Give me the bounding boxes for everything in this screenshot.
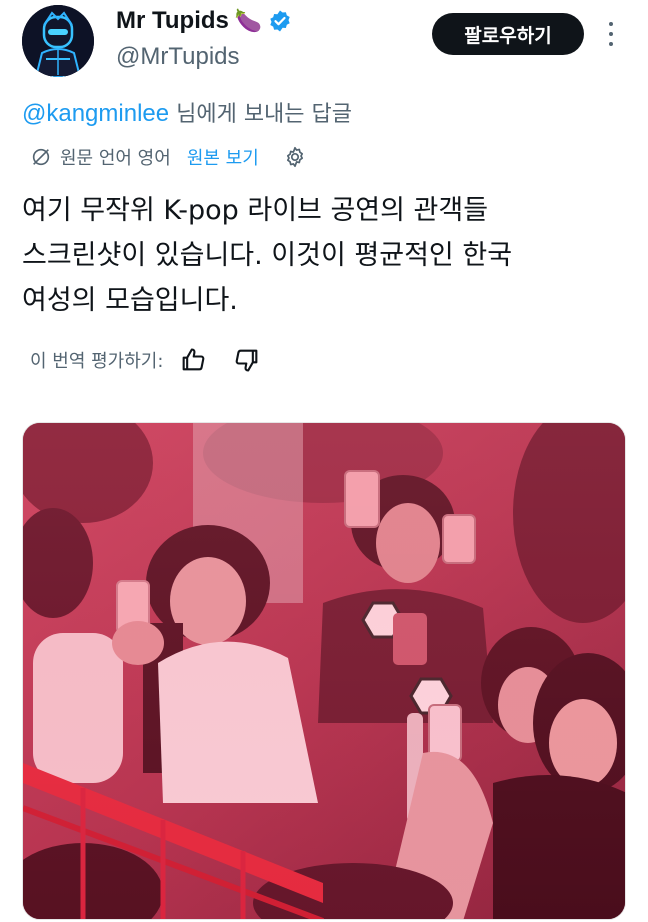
author-handle[interactable]: @MrTupids [116,43,240,71]
translation-bar: 원문 언어 영어 원본 보기 [30,142,307,172]
verified-badge-icon [270,10,290,32]
tweet-text-line: 스크린샷이 있습니다. 이것이 평균적인 한국 [22,240,513,271]
tweet-text-line: 여성의 모습입니다. [22,285,238,316]
thumbs-up-icon[interactable] [179,346,207,374]
author-name-text: Mr Tupids [116,7,229,34]
gear-icon[interactable] [283,145,307,169]
view-original-link[interactable]: 원본 보기 [187,144,259,170]
follow-button[interactable]: 팔로우하기 [432,13,584,55]
author-display-name[interactable]: Mr Tupids 🍆 [116,7,292,35]
tweet-text-line: 여기 무작위 K-pop 라이브 공연의 관객들 [22,195,489,226]
reply-context: @kangminlee 님에게 보내는 답글 [22,96,352,128]
concert-audience-photo [23,423,625,919]
rate-translation-prompt: 이 번역 평가하기: [30,351,164,372]
reply-context-suffix: 님에게 보내는 답글 [169,102,353,127]
translate-off-icon [32,148,50,166]
rate-translation-bar: 이 번역 평가하기: [30,344,261,376]
eggplant-emoji-icon: 🍆 [234,8,263,33]
more-options-icon[interactable] [600,18,622,50]
tweet-media-photo[interactable] [22,422,626,920]
avatar[interactable] [22,5,94,77]
translation-source-note: 원문 언어 영어 [60,148,171,169]
reply-mention-link[interactable]: @kangminlee [22,100,169,127]
avatar-image [22,5,94,77]
thumbs-down-icon[interactable] [233,346,261,374]
tweet-text: 여기 무작위 K-pop 라이브 공연의 관객들 스크린샷이 있습니다. 이것이… [22,188,622,323]
